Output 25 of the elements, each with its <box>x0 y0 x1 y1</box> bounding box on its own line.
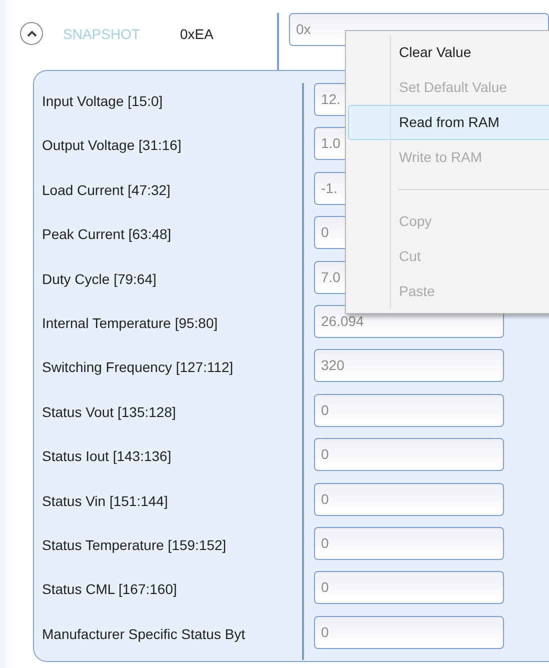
section-title: SNAPSHOT <box>63 25 142 44</box>
field-label: Status Vout [135:128] <box>41 402 177 422</box>
value-field[interactable]: 0 <box>314 571 504 604</box>
menu-item[interactable]: Read from RAM <box>348 105 549 140</box>
field-label: Status Iout [143:136] <box>41 447 172 466</box>
value-field[interactable]: 0 <box>314 438 504 472</box>
field-label: Switching Frequency [127:112] <box>41 358 234 378</box>
field-label: Manufacturer Specific Status Byt <box>41 624 246 644</box>
field-label: Load Current [47:32] <box>41 180 172 200</box>
field-label: Status Temperature [159:152] <box>41 536 228 555</box>
field-label: Internal Temperature [95:80] <box>41 314 219 333</box>
value-field[interactable]: 320 <box>314 349 504 382</box>
chevron-up-icon <box>26 30 36 37</box>
section-code: 0xEA <box>180 25 214 44</box>
value-field[interactable]: 0 <box>314 394 504 427</box>
field-label: Duty Cycle [79:64] <box>41 270 158 289</box>
value-field[interactable]: 0 <box>314 526 504 560</box>
value-field[interactable]: 0 <box>314 616 504 649</box>
field-label: Output Voltage [31:16] <box>41 136 182 156</box>
field-label: Peak Current [63:48] <box>41 225 172 244</box>
field-label: Status Vin [151:144] <box>41 492 169 511</box>
collapse-toggle[interactable] <box>20 22 43 45</box>
field-label: Status CML [167:160] <box>41 580 178 600</box>
field-label: Input Voltage [15:0] <box>41 92 164 111</box>
value-field[interactable]: 0 <box>314 482 504 516</box>
